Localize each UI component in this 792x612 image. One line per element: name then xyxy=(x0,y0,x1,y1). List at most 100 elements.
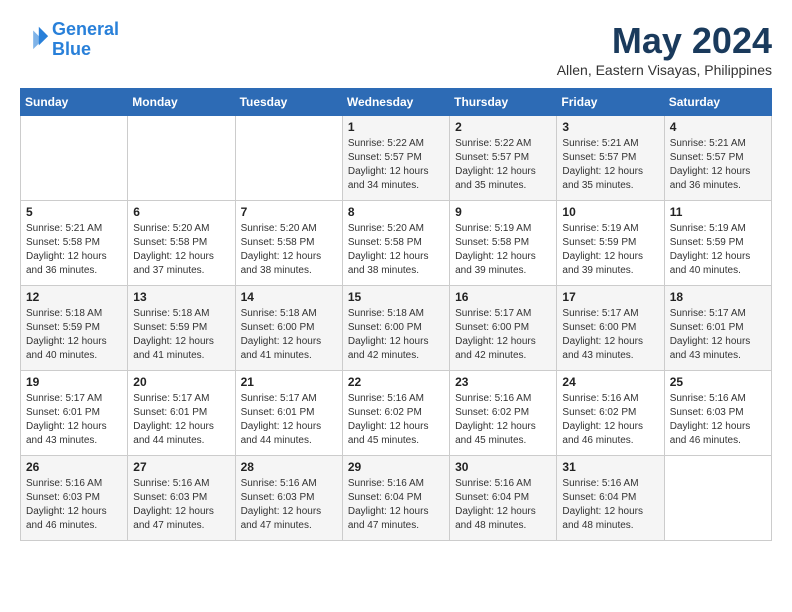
day-info: Sunrise: 5:18 AMSunset: 5:59 PMDaylight:… xyxy=(26,307,122,363)
weekday-header-friday: Friday xyxy=(557,89,664,116)
day-number: 19 xyxy=(26,375,122,389)
calendar-cell: 6Sunrise: 5:20 AMSunset: 5:58 PMDaylight… xyxy=(128,201,235,286)
logo-text: General Blue xyxy=(52,20,119,60)
day-number: 17 xyxy=(562,290,658,304)
day-info: Sunrise: 5:20 AMSunset: 5:58 PMDaylight:… xyxy=(348,222,444,278)
day-info: Sunrise: 5:16 AMSunset: 6:04 PMDaylight:… xyxy=(562,477,658,533)
calendar-cell: 19 Sunrise: 5:17 AMSunset: 6:01 PMDayligh… xyxy=(21,371,128,456)
day-info: Sunrise: 5:22 AMSunset: 5:57 PMDaylight:… xyxy=(455,137,551,193)
calendar-cell xyxy=(128,116,235,201)
day-number: 4 xyxy=(670,120,766,134)
day-info: Sunrise: 5:17 AMSunset: 6:01 PMDaylight:… xyxy=(133,392,229,448)
day-info: Sunrise: 5:17 AMSunset: 6:00 PMDaylight:… xyxy=(562,307,658,363)
calendar-cell: 29Sunrise: 5:16 AMSunset: 6:04 PMDayligh… xyxy=(342,456,449,541)
day-info: Sunrise: 5:17 AMSunset: 6:01 PMDaylight:… xyxy=(26,392,122,448)
day-number: 30 xyxy=(455,460,551,474)
calendar-cell: 4 Sunrise: 5:21 AMSunset: 5:57 PMDaylight… xyxy=(664,116,771,201)
day-info: Sunrise: 5:16 AMSunset: 6:04 PMDaylight:… xyxy=(455,477,551,533)
day-info: Sunrise: 5:21 AMSunset: 5:57 PMDaylight:… xyxy=(670,137,766,193)
calendar-cell: 10Sunrise: 5:19 AMSunset: 5:59 PMDayligh… xyxy=(557,201,664,286)
day-number: 5 xyxy=(26,205,122,219)
calendar-cell: 20 Sunrise: 5:17 AMSunset: 6:01 PMDayligh… xyxy=(128,371,235,456)
calendar-cell: 2 Sunrise: 5:22 AMSunset: 5:57 PMDaylight… xyxy=(450,116,557,201)
calendar-cell xyxy=(664,456,771,541)
day-number: 12 xyxy=(26,290,122,304)
day-info: Sunrise: 5:21 AMSunset: 5:57 PMDaylight:… xyxy=(562,137,658,193)
day-number: 16 xyxy=(455,290,551,304)
calendar-cell: 14 Sunrise: 5:18 AMSunset: 6:00 PMDayligh… xyxy=(235,286,342,371)
title-block: May 2024 Allen, Eastern Visayas, Philipp… xyxy=(557,20,772,78)
location-title: Allen, Eastern Visayas, Philippines xyxy=(557,62,772,78)
calendar-week-row: 12 Sunrise: 5:18 AMSunset: 5:59 PMDayligh… xyxy=(21,286,772,371)
day-number: 1 xyxy=(348,120,444,134)
day-number: 14 xyxy=(241,290,337,304)
day-info: Sunrise: 5:17 AMSunset: 6:01 PMDaylight:… xyxy=(241,392,337,448)
day-info: Sunrise: 5:18 AMSunset: 5:59 PMDaylight:… xyxy=(133,307,229,363)
weekday-header-wednesday: Wednesday xyxy=(342,89,449,116)
calendar-cell: 21Sunrise: 5:17 AMSunset: 6:01 PMDayligh… xyxy=(235,371,342,456)
day-number: 6 xyxy=(133,205,229,219)
day-number: 18 xyxy=(670,290,766,304)
calendar-week-row: 19 Sunrise: 5:17 AMSunset: 6:01 PMDayligh… xyxy=(21,371,772,456)
weekday-header-row: SundayMondayTuesdayWednesdayThursdayFrid… xyxy=(21,89,772,116)
calendar-cell: 31 Sunrise: 5:16 AMSunset: 6:04 PMDayligh… xyxy=(557,456,664,541)
day-info: Sunrise: 5:16 AMSunset: 6:02 PMDaylight:… xyxy=(562,392,658,448)
calendar-cell: 27Sunrise: 5:16 AMSunset: 6:03 PMDayligh… xyxy=(128,456,235,541)
calendar-cell xyxy=(21,116,128,201)
calendar-cell xyxy=(235,116,342,201)
day-info: Sunrise: 5:21 AMSunset: 5:58 PMDaylight:… xyxy=(26,222,122,278)
calendar-cell: 13 Sunrise: 5:18 AMSunset: 5:59 PMDayligh… xyxy=(128,286,235,371)
day-number: 8 xyxy=(348,205,444,219)
calendar-week-row: 5 Sunrise: 5:21 AMSunset: 5:58 PMDaylight… xyxy=(21,201,772,286)
day-number: 22 xyxy=(348,375,444,389)
calendar-week-row: 1 Sunrise: 5:22 AMSunset: 5:57 PMDaylight… xyxy=(21,116,772,201)
day-number: 3 xyxy=(562,120,658,134)
calendar-cell: 8 Sunrise: 5:20 AMSunset: 5:58 PMDaylight… xyxy=(342,201,449,286)
day-info: Sunrise: 5:16 AMSunset: 6:03 PMDaylight:… xyxy=(670,392,766,448)
day-number: 10 xyxy=(562,205,658,219)
day-number: 26 xyxy=(26,460,122,474)
day-number: 31 xyxy=(562,460,658,474)
day-number: 13 xyxy=(133,290,229,304)
calendar-cell: 7 Sunrise: 5:20 AMSunset: 5:58 PMDaylight… xyxy=(235,201,342,286)
day-number: 25 xyxy=(670,375,766,389)
weekday-header-sunday: Sunday xyxy=(21,89,128,116)
calendar-cell: 24Sunrise: 5:16 AMSunset: 6:02 PMDayligh… xyxy=(557,371,664,456)
calendar-table: SundayMondayTuesdayWednesdayThursdayFrid… xyxy=(20,88,772,541)
day-number: 28 xyxy=(241,460,337,474)
day-info: Sunrise: 5:19 AMSunset: 5:59 PMDaylight:… xyxy=(670,222,766,278)
weekday-header-saturday: Saturday xyxy=(664,89,771,116)
day-info: Sunrise: 5:20 AMSunset: 5:58 PMDaylight:… xyxy=(241,222,337,278)
calendar-cell: 22Sunrise: 5:16 AMSunset: 6:02 PMDayligh… xyxy=(342,371,449,456)
calendar-cell: 30 Sunrise: 5:16 AMSunset: 6:04 PMDayligh… xyxy=(450,456,557,541)
day-number: 23 xyxy=(455,375,551,389)
day-info: Sunrise: 5:22 AMSunset: 5:57 PMDaylight:… xyxy=(348,137,444,193)
month-title: May 2024 xyxy=(557,20,772,62)
day-number: 15 xyxy=(348,290,444,304)
day-number: 20 xyxy=(133,375,229,389)
day-info: Sunrise: 5:19 AMSunset: 5:58 PMDaylight:… xyxy=(455,222,551,278)
day-number: 2 xyxy=(455,120,551,134)
calendar-cell: 9 Sunrise: 5:19 AMSunset: 5:58 PMDaylight… xyxy=(450,201,557,286)
day-info: Sunrise: 5:16 AMSunset: 6:03 PMDaylight:… xyxy=(241,477,337,533)
logo-icon xyxy=(22,23,50,51)
logo: General Blue xyxy=(20,20,119,60)
day-info: Sunrise: 5:16 AMSunset: 6:04 PMDaylight:… xyxy=(348,477,444,533)
day-info: Sunrise: 5:18 AMSunset: 6:00 PMDaylight:… xyxy=(241,307,337,363)
day-info: Sunrise: 5:17 AMSunset: 6:00 PMDaylight:… xyxy=(455,307,551,363)
calendar-cell: 28 Sunrise: 5:16 AMSunset: 6:03 PMDayligh… xyxy=(235,456,342,541)
calendar-cell: 11 Sunrise: 5:19 AMSunset: 5:59 PMDayligh… xyxy=(664,201,771,286)
day-number: 7 xyxy=(241,205,337,219)
page-header: General Blue May 2024 Allen, Eastern Vis… xyxy=(20,20,772,78)
calendar-cell: 25 Sunrise: 5:16 AMSunset: 6:03 PMDayligh… xyxy=(664,371,771,456)
day-number: 11 xyxy=(670,205,766,219)
day-number: 9 xyxy=(455,205,551,219)
calendar-cell: 16 Sunrise: 5:17 AMSunset: 6:00 PMDayligh… xyxy=(450,286,557,371)
calendar-cell: 15Sunrise: 5:18 AMSunset: 6:00 PMDayligh… xyxy=(342,286,449,371)
day-info: Sunrise: 5:16 AMSunset: 6:03 PMDaylight:… xyxy=(26,477,122,533)
calendar-cell: 17 Sunrise: 5:17 AMSunset: 6:00 PMDayligh… xyxy=(557,286,664,371)
calendar-cell: 1 Sunrise: 5:22 AMSunset: 5:57 PMDaylight… xyxy=(342,116,449,201)
day-info: Sunrise: 5:16 AMSunset: 6:03 PMDaylight:… xyxy=(133,477,229,533)
weekday-header-thursday: Thursday xyxy=(450,89,557,116)
calendar-cell: 18Sunrise: 5:17 AMSunset: 6:01 PMDayligh… xyxy=(664,286,771,371)
